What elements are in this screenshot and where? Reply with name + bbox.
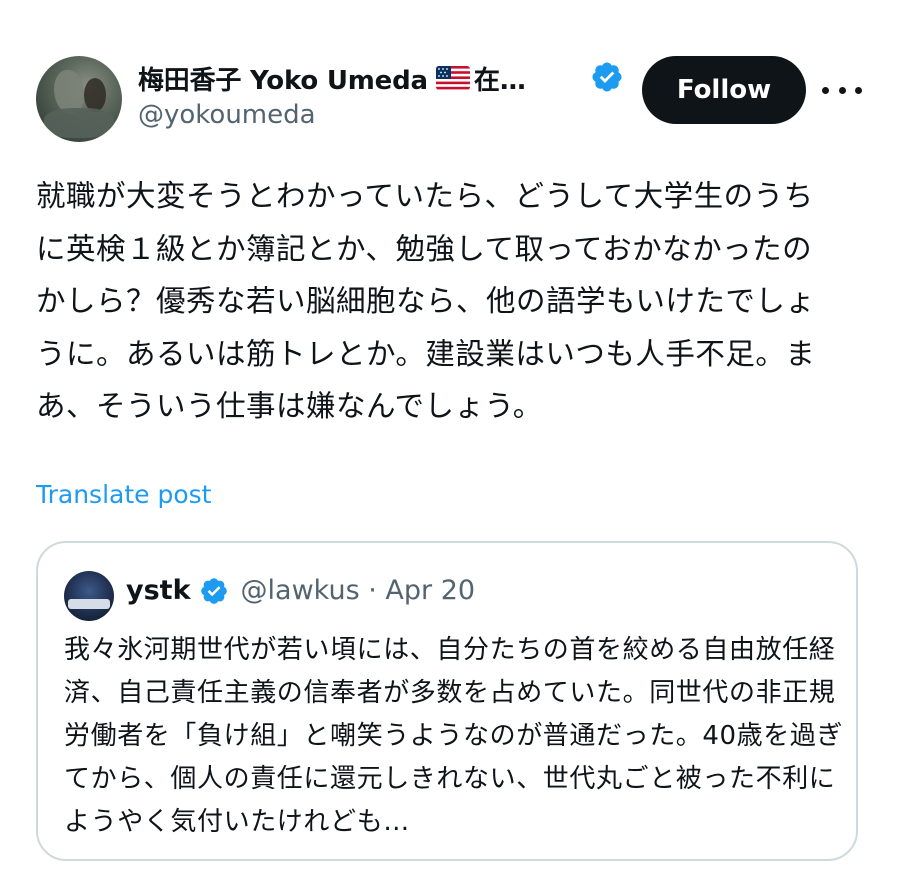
post-header: 梅田香子 Yoko Umeda 在… @yokoumeda Follow: [36, 56, 866, 142]
quoted-verified-badge-icon: [200, 577, 227, 604]
quoted-author-avatar[interactable]: [64, 571, 114, 621]
more-options-icon[interactable]: [822, 76, 862, 104]
verified-badge-icon[interactable]: [590, 60, 624, 94]
follow-button[interactable]: Follow: [642, 56, 806, 124]
quoted-author-name[interactable]: ystk: [126, 575, 191, 606]
quoted-author-row: ystk @lawkus · Apr 20: [126, 575, 475, 606]
author-avatar[interactable]: [36, 56, 122, 142]
post-text: 就職が大変そうとわかっていたら、どうして大学生のうちに英検１級とか簿記とか、勉強…: [36, 179, 816, 423]
author-handle[interactable]: @yokoumeda: [138, 100, 316, 130]
us-flag-icon: [435, 66, 470, 90]
author-name-suffix[interactable]: 在…: [474, 60, 526, 97]
author-name-row[interactable]: 梅田香子 Yoko Umeda 在…: [138, 60, 526, 96]
translate-post-link[interactable]: Translate post: [36, 480, 211, 509]
quoted-post-card[interactable]: ystk @lawkus · Apr 20 我々氷河期世代が若い頃には、自分たち…: [36, 541, 858, 861]
quoted-handle-date: @lawkus · Apr 20: [240, 575, 476, 606]
quoted-post-text: 我々氷河期世代が若い頃には、自分たちの首を絞める自由放任経済、自己責任主義の信奉…: [64, 635, 844, 837]
author-display-name[interactable]: 梅田香子 Yoko Umeda: [138, 60, 428, 97]
